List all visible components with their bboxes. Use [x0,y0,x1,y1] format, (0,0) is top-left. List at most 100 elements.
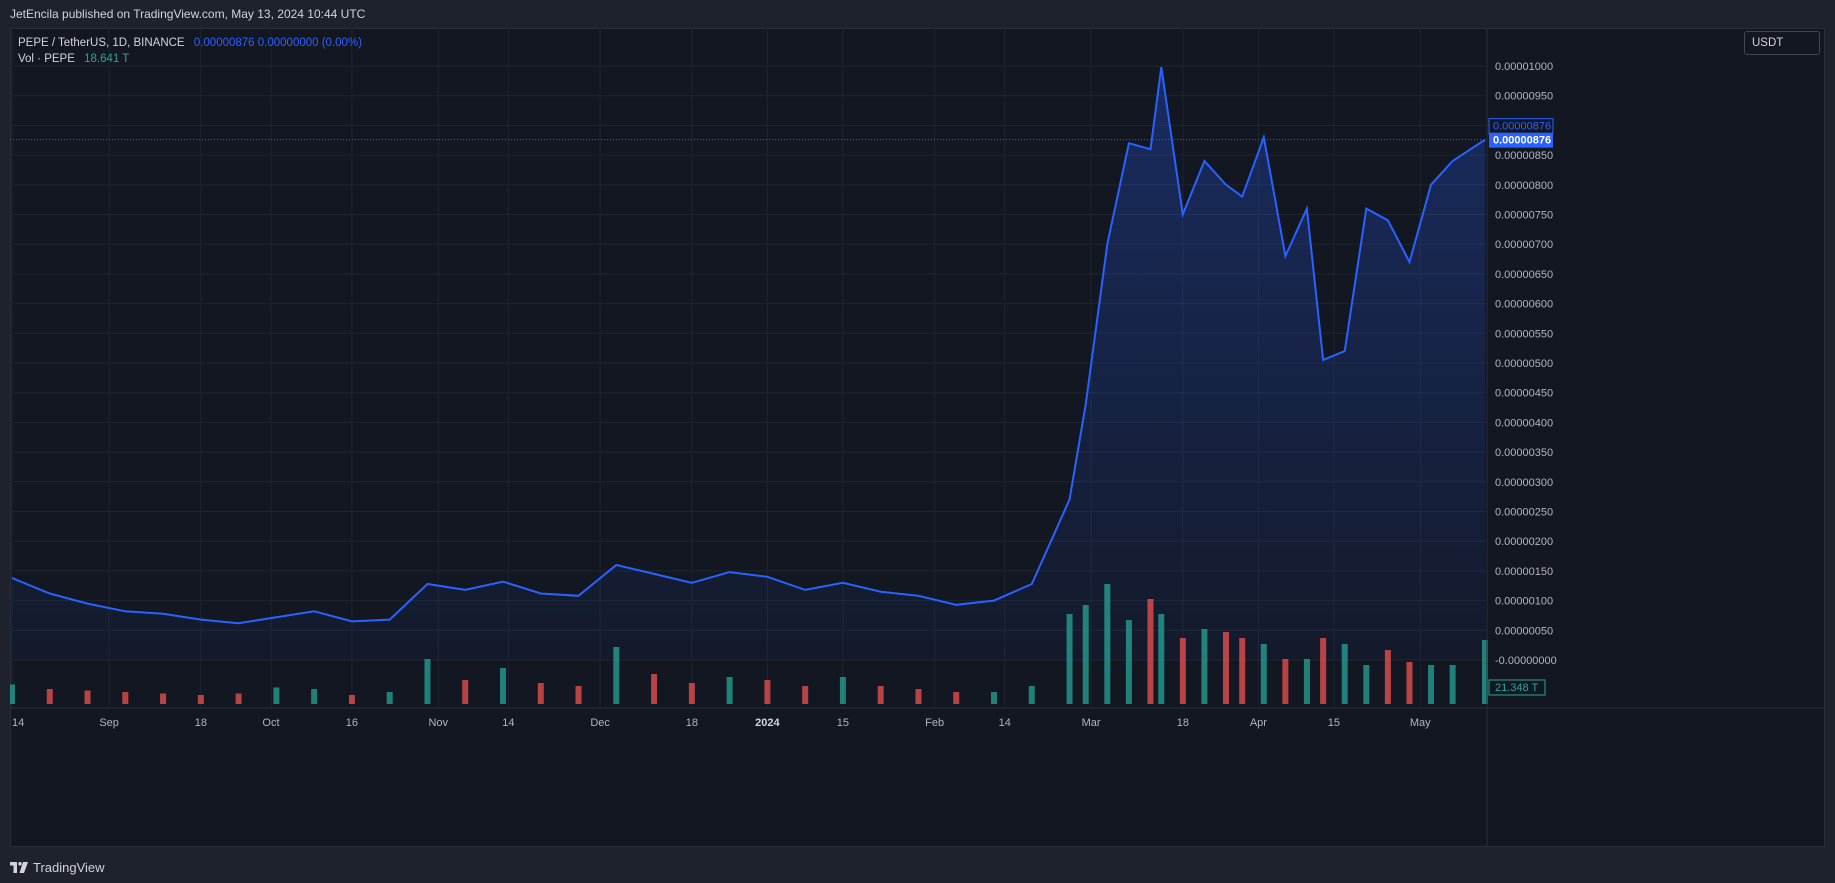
volume-bar [311,689,318,704]
price-tick-label: 0.00000350 [1495,447,1553,459]
brand-label: TradingView [33,860,105,875]
volume-bar [1223,632,1230,704]
volume-bar [915,689,922,704]
price-tick-label: 0.00000400 [1495,417,1553,429]
time-tick-label: Mar [1082,717,1101,729]
time-tick-label: May [1410,717,1431,729]
time-tick-label: 2024 [755,717,780,729]
time-tick-label: 18 [686,717,698,729]
time-tick-label: 15 [1328,717,1340,729]
price-tick-label: 0.00000450 [1495,388,1553,400]
time-tick-label: 18 [195,717,207,729]
volume-bar [1158,614,1165,704]
time-tick-label: Sep [99,717,119,729]
price-tick-label: 0.00000250 [1495,507,1553,519]
price-tick-label: 0.00001000 [1495,61,1553,73]
price-tick-label: 0.00000850 [1495,150,1553,162]
volume-bar [1282,659,1289,704]
volume-bar [462,680,469,704]
volume-value: 18.641 T [84,53,130,65]
volume-bar [1028,686,1035,704]
volume-bar [651,674,658,704]
price-tick-label: 0.00000500 [1495,358,1553,370]
volume-bar [122,692,129,704]
volume-bar [877,686,884,704]
price-tick-label: 0.00000600 [1495,299,1553,311]
last-price-highlight: 0.00000876 [1493,135,1551,147]
price-tick-label: 0.00000300 [1495,477,1553,489]
price-tick-label: 0.00000750 [1495,210,1553,222]
tradingview-logo[interactable]: TradingView [10,860,105,875]
volume-bar [348,695,355,704]
price-tick-label: 0.00000150 [1495,566,1553,578]
volume-bar [46,689,53,704]
volume-bar [500,668,506,704]
volume-bar [273,687,280,704]
volume-bar [1341,644,1348,704]
volume-bar [1201,629,1208,704]
price-tick-label: 0.00000800 [1495,180,1553,192]
volume-bar [953,692,960,704]
volume-bar [839,677,846,704]
price-tick-label: 0.00000200 [1495,536,1553,548]
volume-bar [1104,584,1111,704]
volume-bar [991,692,997,704]
volume-bar [1179,638,1186,704]
volume-badge-label: 21.348 T [1495,682,1539,694]
time-tick-label: Feb [925,717,944,729]
time-tick-label: 14 [999,717,1011,729]
volume-bar [1125,620,1132,704]
time-tick-label: Nov [428,717,448,729]
price-tick-label: 0.00000550 [1495,328,1553,340]
time-tick-label: 16 [346,717,358,729]
volume-bar [424,659,431,704]
volume-bar [1406,662,1413,704]
volume-bar [1320,638,1327,704]
volume-bar [575,686,582,704]
volume-bar [726,677,733,704]
volume-bar [1363,665,1370,704]
time-tick-label: Apr [1250,717,1267,729]
last-price-label: 0.00000876 [1493,121,1551,133]
time-tick-label: 15 [837,717,849,729]
time-tick-label: 14 [502,717,514,729]
symbol-label[interactable]: PEPE / TetherUS, 1D, BINANCE [18,37,185,49]
volume-bar [235,693,242,704]
volume-bar [1303,659,1310,704]
volume-bar [1239,638,1246,704]
volume-bar [613,647,620,704]
volume-bar [197,695,204,704]
volume-bar [1147,599,1154,704]
price-tick-label: 0.00000700 [1495,239,1553,251]
volume-bar [1428,665,1435,704]
price-tick-label: -0.00000000 [1495,655,1557,667]
volume-bar [1384,650,1391,704]
volume-bar [84,690,91,704]
volume-label[interactable]: Vol · PEPE [18,53,75,65]
price-chart[interactable]: 0.00001000 0.00000950 0.00000850 0.00000800… [10,28,1825,847]
time-tick-label: Oct [262,717,279,729]
currency-selector[interactable]: USDT [1744,31,1820,55]
published-caption: JetEncila published on TradingView.com, … [10,7,366,21]
volume-bar [802,686,809,704]
bottom-bar [0,847,1835,883]
volume-bar [10,684,15,704]
volume-bar [386,692,393,704]
price-tick-label: 0.00000950 [1495,91,1553,103]
ohlc-values: 0.00000876 0.00000000 (0.00%) [193,37,362,49]
time-tick-label: 14 [12,717,24,729]
volume-bar [1260,644,1267,704]
time-tick-label: 18 [1177,717,1189,729]
volume-bar [688,683,695,704]
volume-bar [537,683,544,704]
price-tick-label: 0.00000100 [1495,596,1553,608]
volume-bar [160,693,167,704]
volume-bar [1082,605,1089,704]
volume-bar [1449,665,1456,704]
top-bar: JetEncila published on TradingView.com, … [0,0,1835,28]
price-tick-label: 0.00000050 [1495,625,1553,637]
volume-bar [764,680,771,704]
tradingview-icon [10,862,28,873]
volume-bar [1066,614,1073,704]
time-tick-label: Dec [590,717,610,729]
